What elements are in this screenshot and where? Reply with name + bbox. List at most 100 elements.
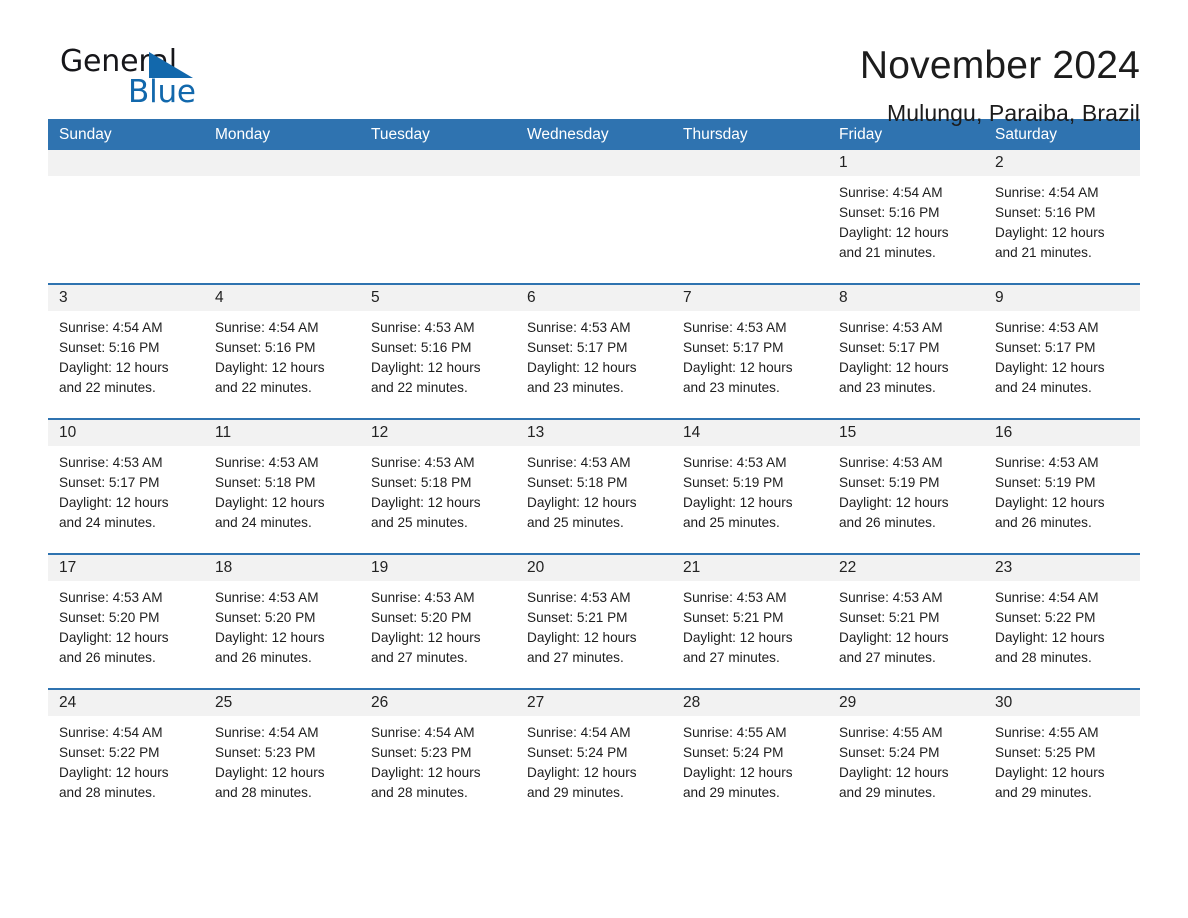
calendar-week-row: 17 Sunrise: 4:53 AM Sunset: 5:20 PM Dayligh… — [48, 553, 1140, 688]
day-cell[interactable]: 9 Sunrise: 4:53 AM Sunset: 5:17 PM Daylight… — [984, 285, 1140, 418]
day-sunset-text: Sunset: 5:22 PM — [995, 610, 1096, 625]
day-cell[interactable]: 24 Sunrise: 4:54 AM Sunset: 5:22 PM Dayligh… — [48, 690, 204, 823]
day-cell[interactable]: 21 Sunrise: 4:53 AM Sunset: 5:21 PM Dayligh… — [672, 555, 828, 688]
day-number: 18 — [204, 555, 360, 581]
day-cell[interactable]: 20 Sunrise: 4:53 AM Sunset: 5:21 PM Dayligh… — [516, 555, 672, 688]
day-cell[interactable]: 26 Sunrise: 4:54 AM Sunset: 5:23 PM Dayligh… — [360, 690, 516, 823]
day-cell[interactable]: 5 Sunrise: 4:53 AM Sunset: 5:16 PM Daylight… — [360, 285, 516, 418]
day-cell[interactable]: 10 Sunrise: 4:53 AM Sunset: 5:17 PM Dayligh… — [48, 420, 204, 553]
day-sun-info: Sunrise: 4:53 AM Sunset: 5:19 PM Daylight:… — [984, 446, 1140, 533]
day-sun-info: Sunrise: 4:53 AM Sunset: 5:17 PM Daylight:… — [984, 311, 1140, 398]
day-number: 25 — [204, 690, 360, 716]
day-daylight-1-text: Daylight: 12 hours — [527, 630, 637, 645]
day-sunrise-text: Sunrise: 4:54 AM — [527, 725, 631, 740]
day-cell[interactable]: 16 Sunrise: 4:53 AM Sunset: 5:19 PM Dayligh… — [984, 420, 1140, 553]
day-cell[interactable]: 27 Sunrise: 4:54 AM Sunset: 5:24 PM Dayligh… — [516, 690, 672, 823]
day-sunrise-text: Sunrise: 4:53 AM — [59, 590, 163, 605]
brand-logo[interactable]: General Blue — [48, 44, 228, 116]
day-sunrise-text: Sunrise: 4:53 AM — [683, 455, 787, 470]
day-cell[interactable]: 11 Sunrise: 4:53 AM Sunset: 5:18 PM Dayligh… — [204, 420, 360, 553]
day-sun-info: Sunrise: 4:54 AM Sunset: 5:16 PM Daylight:… — [204, 311, 360, 398]
day-sun-info: Sunrise: 4:55 AM Sunset: 5:24 PM Daylight:… — [828, 716, 984, 803]
day-cell[interactable]: 12 Sunrise: 4:53 AM Sunset: 5:18 PM Dayligh… — [360, 420, 516, 553]
day-sunset-text: Sunset: 5:23 PM — [371, 745, 472, 760]
day-sunset-text: Sunset: 5:18 PM — [215, 475, 316, 490]
day-sunset-text: Sunset: 5:19 PM — [995, 475, 1096, 490]
week-grid: 1 Sunrise: 4:54 AM Sunset: 5:16 PM Daylight… — [48, 150, 1140, 283]
weekday-header-thursday: Thursday — [683, 126, 748, 143]
week-grid: 3 Sunrise: 4:54 AM Sunset: 5:16 PM Daylight… — [48, 285, 1140, 418]
day-cell[interactable]: 25 Sunrise: 4:54 AM Sunset: 5:23 PM Dayligh… — [204, 690, 360, 823]
day-cell[interactable]: 1 Sunrise: 4:54 AM Sunset: 5:16 PM Daylight… — [828, 150, 984, 283]
day-daylight-2-text: and 27 minutes. — [527, 650, 624, 665]
day-number: 27 — [516, 690, 672, 716]
day-cell[interactable]: 8 Sunrise: 4:53 AM Sunset: 5:17 PM Daylight… — [828, 285, 984, 418]
day-sunset-text: Sunset: 5:24 PM — [839, 745, 940, 760]
day-daylight-1-text: Daylight: 12 hours — [59, 630, 169, 645]
day-daylight-2-text: and 28 minutes. — [215, 785, 312, 800]
day-cell[interactable]: 6 Sunrise: 4:53 AM Sunset: 5:17 PM Daylight… — [516, 285, 672, 418]
day-cell[interactable]: 7 Sunrise: 4:53 AM Sunset: 5:17 PM Daylight… — [672, 285, 828, 418]
day-cell[interactable]: 14 Sunrise: 4:53 AM Sunset: 5:19 PM Dayligh… — [672, 420, 828, 553]
day-sunset-text: Sunset: 5:22 PM — [59, 745, 160, 760]
day-cell[interactable]: 15 Sunrise: 4:53 AM Sunset: 5:19 PM Dayligh… — [828, 420, 984, 553]
day-sunset-text: Sunset: 5:18 PM — [371, 475, 472, 490]
day-sunset-text: Sunset: 5:20 PM — [371, 610, 472, 625]
day-number: 22 — [828, 555, 984, 581]
day-daylight-1-text: Daylight: 12 hours — [59, 765, 169, 780]
day-daylight-2-text: and 28 minutes. — [371, 785, 468, 800]
day-daylight-1-text: Daylight: 12 hours — [839, 495, 949, 510]
day-sun-info: Sunrise: 4:53 AM Sunset: 5:20 PM Daylight:… — [48, 581, 204, 668]
week-grid: 17 Sunrise: 4:53 AM Sunset: 5:20 PM Dayligh… — [48, 555, 1140, 688]
day-sunset-text: Sunset: 5:21 PM — [683, 610, 784, 625]
day-sun-info: Sunrise: 4:53 AM Sunset: 5:18 PM Daylight:… — [516, 446, 672, 533]
calendar-week-row: 10 Sunrise: 4:53 AM Sunset: 5:17 PM Dayligh… — [48, 418, 1140, 553]
day-daylight-1-text: Daylight: 12 hours — [371, 360, 481, 375]
day-sunrise-text: Sunrise: 4:53 AM — [527, 455, 631, 470]
day-daylight-2-text: and 23 minutes. — [683, 380, 780, 395]
day-cell[interactable]: 3 Sunrise: 4:54 AM Sunset: 5:16 PM Daylight… — [48, 285, 204, 418]
day-sun-info: Sunrise: 4:53 AM Sunset: 5:17 PM Daylight:… — [516, 311, 672, 398]
day-cell[interactable]: 23 Sunrise: 4:54 AM Sunset: 5:22 PM Dayligh… — [984, 555, 1140, 688]
day-sunrise-text: Sunrise: 4:53 AM — [839, 455, 943, 470]
day-cell[interactable]: 29 Sunrise: 4:55 AM Sunset: 5:24 PM Dayligh… — [828, 690, 984, 823]
day-daylight-2-text: and 24 minutes. — [215, 515, 312, 530]
day-cell[interactable]: 4 Sunrise: 4:54 AM Sunset: 5:16 PM Daylight… — [204, 285, 360, 418]
day-sunset-text: Sunset: 5:20 PM — [59, 610, 160, 625]
day-sunrise-text: Sunrise: 4:53 AM — [839, 590, 943, 605]
day-sun-info: Sunrise: 4:54 AM Sunset: 5:22 PM Daylight:… — [48, 716, 204, 803]
day-cell[interactable]: 17 Sunrise: 4:53 AM Sunset: 5:20 PM Dayligh… — [48, 555, 204, 688]
day-daylight-1-text: Daylight: 12 hours — [839, 225, 949, 240]
day-sunrise-text: Sunrise: 4:55 AM — [683, 725, 787, 740]
week-grid: 24 Sunrise: 4:54 AM Sunset: 5:22 PM Dayligh… — [48, 690, 1140, 823]
day-daylight-1-text: Daylight: 12 hours — [215, 630, 325, 645]
weekday-header-friday: Friday — [839, 126, 883, 143]
day-cell[interactable]: 22 Sunrise: 4:53 AM Sunset: 5:21 PM Dayligh… — [828, 555, 984, 688]
day-daylight-2-text: and 23 minutes. — [839, 380, 936, 395]
day-cell[interactable]: 18 Sunrise: 4:53 AM Sunset: 5:20 PM Dayligh… — [204, 555, 360, 688]
day-sun-info: Sunrise: 4:54 AM Sunset: 5:16 PM Daylight:… — [48, 311, 204, 398]
day-cell[interactable]: 30 Sunrise: 4:55 AM Sunset: 5:25 PM Dayligh… — [984, 690, 1140, 823]
day-number — [360, 150, 516, 176]
day-daylight-2-text: and 27 minutes. — [371, 650, 468, 665]
day-cell-empty — [672, 150, 828, 283]
day-number: 23 — [984, 555, 1140, 581]
day-sunrise-text: Sunrise: 4:53 AM — [527, 590, 631, 605]
day-cell[interactable]: 19 Sunrise: 4:53 AM Sunset: 5:20 PM Dayligh… — [360, 555, 516, 688]
day-sunrise-text: Sunrise: 4:53 AM — [59, 455, 163, 470]
day-cell-empty — [360, 150, 516, 283]
day-daylight-1-text: Daylight: 12 hours — [215, 360, 325, 375]
day-sun-info: Sunrise: 4:54 AM Sunset: 5:24 PM Daylight:… — [516, 716, 672, 803]
day-daylight-2-text: and 21 minutes. — [839, 245, 936, 260]
day-daylight-1-text: Daylight: 12 hours — [683, 495, 793, 510]
day-cell[interactable]: 28 Sunrise: 4:55 AM Sunset: 5:24 PM Dayligh… — [672, 690, 828, 823]
day-cell[interactable]: 13 Sunrise: 4:53 AM Sunset: 5:18 PM Dayligh… — [516, 420, 672, 553]
day-sunrise-text: Sunrise: 4:54 AM — [995, 590, 1099, 605]
day-number: 21 — [672, 555, 828, 581]
day-sun-info: Sunrise: 4:53 AM Sunset: 5:18 PM Daylight:… — [360, 446, 516, 533]
day-number — [204, 150, 360, 176]
day-daylight-2-text: and 27 minutes. — [683, 650, 780, 665]
day-sunset-text: Sunset: 5:17 PM — [683, 340, 784, 355]
day-number: 4 — [204, 285, 360, 311]
day-cell[interactable]: 2 Sunrise: 4:54 AM Sunset: 5:16 PM Daylight… — [984, 150, 1140, 283]
